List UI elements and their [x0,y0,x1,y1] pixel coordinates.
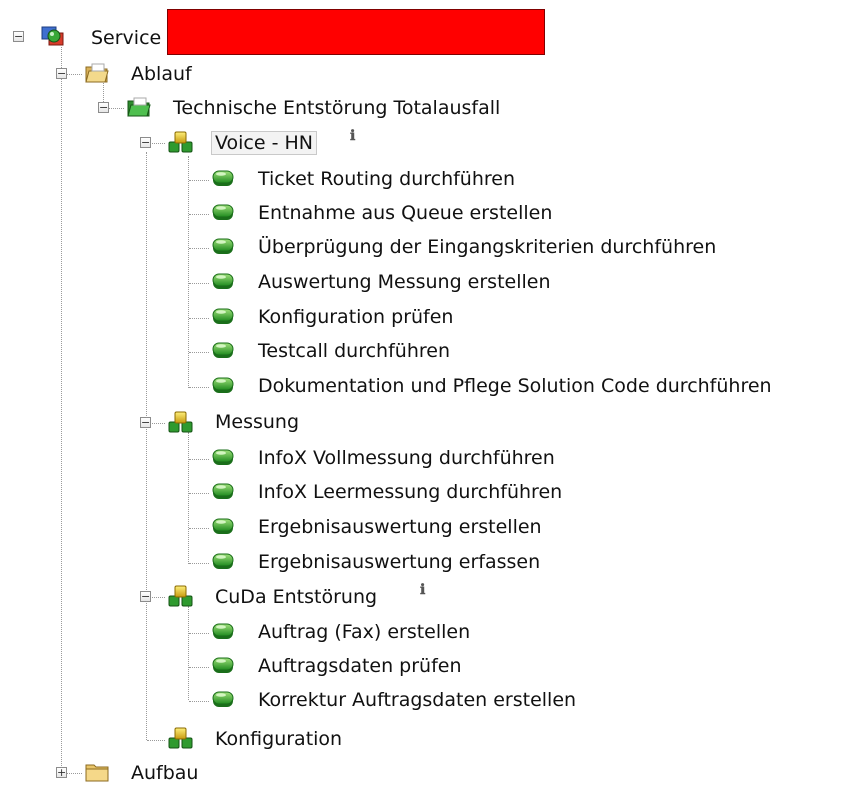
info-icon[interactable]: ℹ [420,582,425,598]
expander-aufbau[interactable]: + [56,767,67,778]
task-pill-icon [210,200,236,224]
task-pill-icon [210,479,236,503]
task-pill-icon [210,619,236,643]
task-pill-icon [210,514,236,538]
yellow-cubes-icon [168,410,194,434]
service-globe-icon [40,24,66,48]
tree-node-aufbau[interactable]: Aufbau [131,762,198,784]
tree-node-cuda[interactable]: CuDa Entstörung [215,586,377,608]
expander-service[interactable]: − [13,31,24,42]
task-item[interactable]: Auftrag (Fax) erstellen [258,621,470,643]
expander-technische[interactable]: − [98,102,109,113]
expander-messung[interactable]: − [140,417,151,428]
task-pill-icon [210,653,236,677]
task-pill-icon [210,687,236,711]
task-item[interactable]: Dokumentation und Pflege Solution Code d… [258,375,772,397]
tree-node-konfiguration[interactable]: Konfiguration [215,728,342,750]
tree-node-voice-hn[interactable]: Voice - HN [211,131,317,155]
task-pill-icon [210,269,236,293]
yellow-cubes-icon [168,130,194,154]
task-item[interactable]: Auftragsdaten prüfen [258,655,462,677]
task-pill-icon [210,445,236,469]
task-item[interactable]: Konfiguration prüfen [258,306,453,328]
task-pill-icon [210,234,236,258]
closed-folder-icon [84,760,110,784]
task-item[interactable]: Ergebnisauswertung erfassen [258,551,540,573]
expander-voice-hn[interactable]: − [140,137,151,148]
task-item[interactable]: Ticket Routing durchführen [258,168,515,190]
task-pill-icon [210,549,236,573]
green-folder-icon [126,95,152,119]
info-icon[interactable]: ℹ [350,128,355,144]
expander-cuda[interactable]: − [140,591,151,602]
tree-node-technische[interactable]: Technische Entstörung Totalausfall [173,97,500,119]
tree-node-messung[interactable]: Messung [215,411,299,433]
open-folder-icon [84,61,110,85]
task-pill-icon [210,304,236,328]
redaction-box [167,9,545,55]
task-pill-icon [210,373,236,397]
task-item[interactable]: Korrektur Auftragsdaten erstellen [258,689,576,711]
task-item[interactable]: Überprügung der Eingangskriterien durchf… [258,236,716,258]
task-item[interactable]: InfoX Vollmessung durchführen [258,447,555,469]
task-item[interactable]: Entnahme aus Queue erstellen [258,202,552,224]
expander-ablauf[interactable]: − [56,68,67,79]
task-item[interactable]: Testcall durchführen [258,340,450,362]
tree-node-ablauf[interactable]: Ablauf [131,63,192,85]
yellow-cubes-icon [168,726,194,750]
task-item[interactable]: Auswertung Messung erstellen [258,271,551,293]
task-pill-icon [210,338,236,362]
task-item[interactable]: InfoX Leermessung durchführen [258,481,562,503]
task-item[interactable]: Ergebnisauswertung erstellen [258,516,542,538]
task-pill-icon [210,166,236,190]
tree-node-service[interactable]: Service [91,27,161,49]
yellow-cubes-icon [168,584,194,608]
